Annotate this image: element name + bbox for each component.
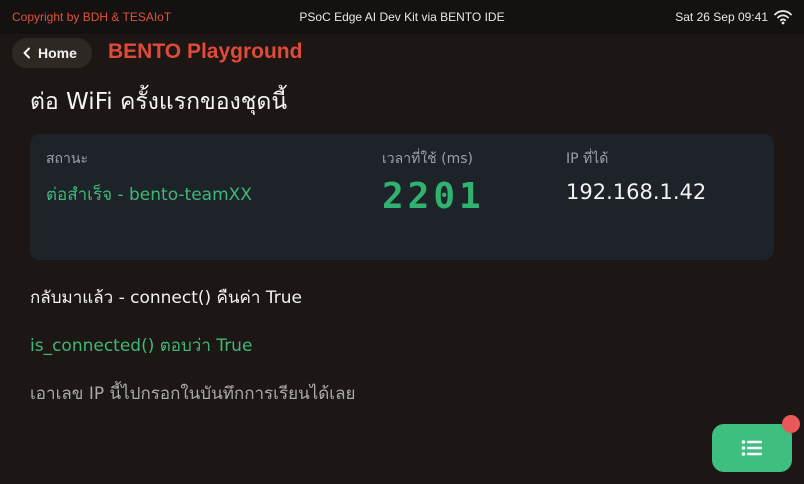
status-value: ต่อสำเร็จ - bento-teamXX: [46, 185, 252, 205]
elapsed-time-value: 2201: [382, 176, 485, 217]
wifi-status-card: สถานะ เวลาที่ใช้ (ms) IP ที่ได้ ต่อสำเร็…: [30, 134, 774, 260]
app-title: BENTO Playground: [108, 40, 303, 63]
home-button-label: Home: [38, 45, 77, 61]
connect-result-text: กลับมาแล้ว - connect() คืนค่า True: [30, 288, 302, 308]
ip-address-value: 192.168.1.42: [566, 180, 707, 204]
status-label: สถานะ: [46, 151, 88, 167]
notification-dot: [782, 415, 800, 433]
is-connected-text: is_connected() ตอบว่า True: [30, 336, 253, 356]
top-status-bar: Copyright by BDH & TESAIoT PSoC Edge AI …: [0, 0, 804, 34]
list-icon: [741, 440, 762, 456]
home-button[interactable]: Home: [12, 38, 92, 68]
menu-button[interactable]: [712, 424, 792, 472]
hint-text: เอาเลข IP นี้ไปกรอกในบันทึกการเรียนได้เล…: [30, 384, 356, 404]
time-label: เวลาที่ใช้ (ms): [382, 151, 473, 167]
clock-text: Sat 26 Sep 09:41: [675, 10, 768, 24]
ip-label: IP ที่ได้: [566, 151, 609, 167]
chevron-left-icon: [23, 47, 30, 59]
page-title: ต่อ WiFi ครั้งแรกของชุดนี้: [30, 89, 288, 115]
wifi-icon: [774, 10, 792, 25]
